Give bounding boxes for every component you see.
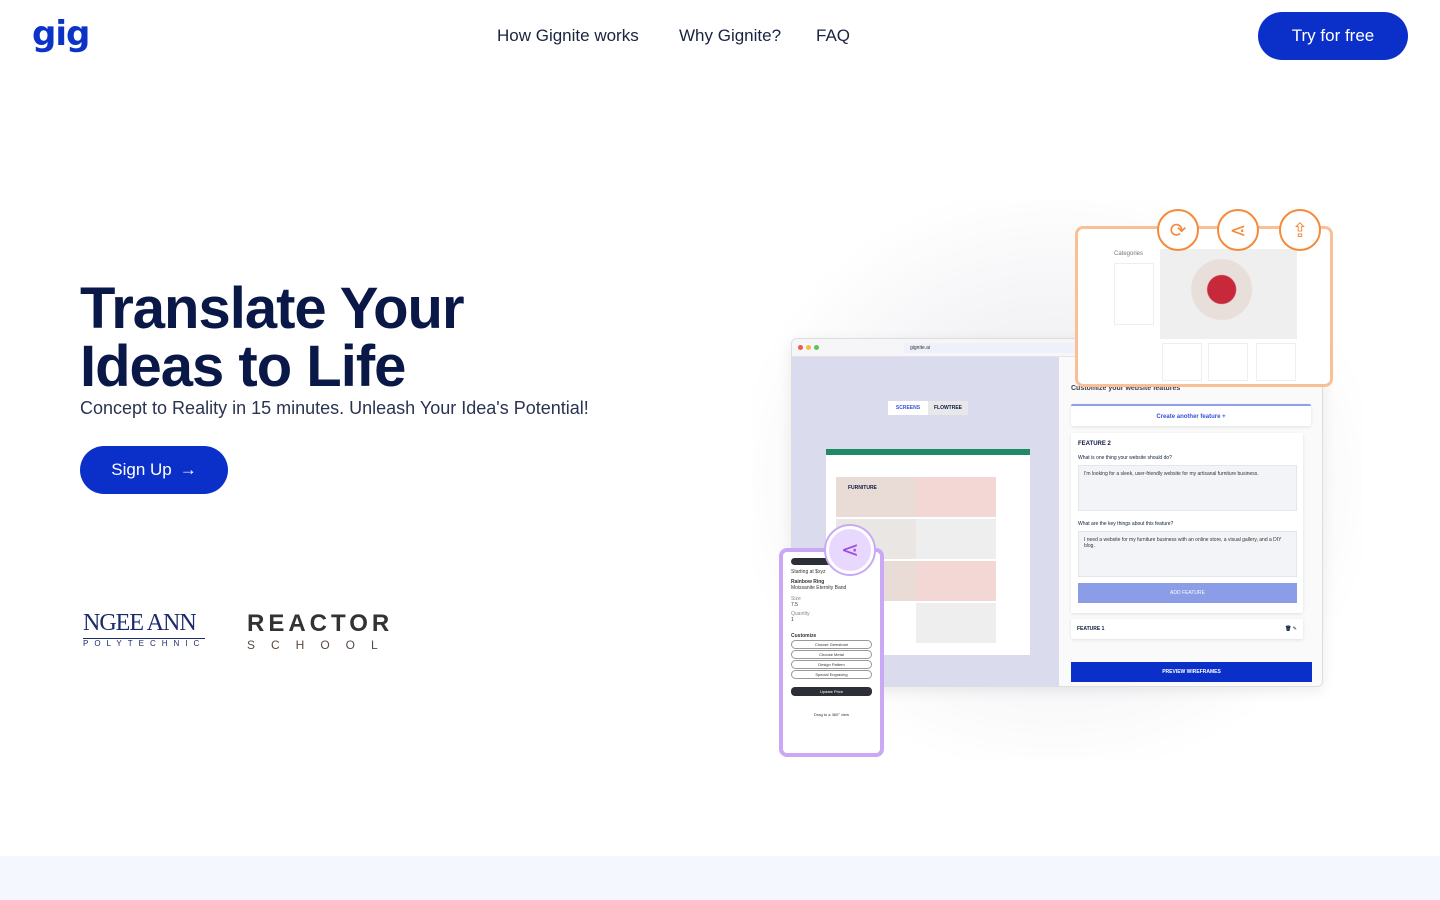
customize-title: Customize <box>791 633 817 639</box>
logo[interactable]: gig <box>32 14 90 54</box>
categories-title: Categories <box>1114 251 1144 257</box>
option-gemstone[interactable]: Choose Gemstone <box>791 640 872 649</box>
reactor-school-logo: REACTOR SCHOOL <box>247 610 394 652</box>
ngee-ann-name: NGEE ANN <box>83 610 197 636</box>
ngee-ann-logo: NGEE ANN POLYTECHNIC <box>83 610 206 648</box>
hero-title: Translate Your Ideas to Life <box>80 280 600 396</box>
sign-up-button[interactable]: Sign Up → <box>80 446 228 494</box>
answer-2-input[interactable]: I need a website for my furniture busine… <box>1078 531 1297 577</box>
title-line-2: Ideas to Life <box>80 334 406 399</box>
refresh-icon: ⟳ <box>1157 209 1199 251</box>
share-icon-purple: ⋖ <box>826 526 874 574</box>
site-label: FURNITURE <box>848 485 877 491</box>
option-pattern[interactable]: Design Pattern <box>791 660 872 669</box>
hero-subtitle: Concept to Reality in 15 minutes. Unleas… <box>80 398 589 418</box>
nav-why-gignite[interactable]: Why Gignite? <box>679 26 781 46</box>
option-metal[interactable]: Choose Metal <box>791 650 872 659</box>
view-tabs: SCREENS FLOWTREE <box>888 401 968 415</box>
nav-faq[interactable]: FAQ <box>816 26 850 46</box>
categories-list <box>1114 263 1154 325</box>
reactor-sub: SCHOOL <box>247 638 394 652</box>
features-panel: Customize your website features Create a… <box>1059 357 1322 686</box>
qty-value: 1 <box>791 617 794 623</box>
upload-icon: ⇪ <box>1279 209 1321 251</box>
add-feature-button[interactable]: ADD FEATURE <box>1078 583 1297 603</box>
feature-2-title: FEATURE 2 <box>1078 441 1111 447</box>
update-price-button[interactable]: Update Price <box>791 687 872 696</box>
question-2: What are the key things about this featu… <box>1078 521 1174 527</box>
create-feature-button[interactable]: Create another feature + <box>1071 404 1311 426</box>
tab-flowtree: FLOWTREE <box>933 405 963 411</box>
title-line-1: Translate Your <box>80 276 465 341</box>
feature-1-title: FEATURE 1 <box>1077 626 1105 632</box>
try-for-free-button[interactable]: Try for free <box>1258 12 1408 60</box>
feature-1-card: FEATURE 1 🗑 ✎ <box>1071 619 1303 639</box>
trash-edit-icons[interactable]: 🗑 ✎ <box>1285 626 1297 632</box>
tab-screens: SCREENS <box>888 401 928 415</box>
preview-wireframes-button[interactable]: PREVIEW WIREFRAMES <box>1071 662 1312 682</box>
next-section-band <box>0 856 1440 900</box>
phone-product-card: Starting at $xyz Rainbow Ring Moissanite… <box>779 548 884 757</box>
drag-hint: Drag to a 360° view <box>814 712 849 717</box>
share-icon: ⋖ <box>1217 209 1259 251</box>
arrow-right-icon: → <box>179 460 197 479</box>
sign-up-label: Sign Up <box>111 460 172 479</box>
size-value: 7.5 <box>791 602 798 608</box>
option-engraving[interactable]: Special Engraving <box>791 670 872 679</box>
ngee-ann-sub: POLYTECHNIC <box>83 638 206 648</box>
question-1: What is one thing your website should do… <box>1078 455 1172 461</box>
phone-variant: Moissanite Eternity Band <box>791 585 847 591</box>
nav-how-it-works[interactable]: How Gignite works <box>497 26 639 46</box>
feature-2-card: FEATURE 2 What is one thing your website… <box>1071 433 1303 613</box>
reactor-name: REACTOR <box>247 610 394 637</box>
answer-1-input[interactable]: I'm looking for a sleek, user-friendly w… <box>1078 465 1297 511</box>
cherries-image <box>1160 249 1297 339</box>
